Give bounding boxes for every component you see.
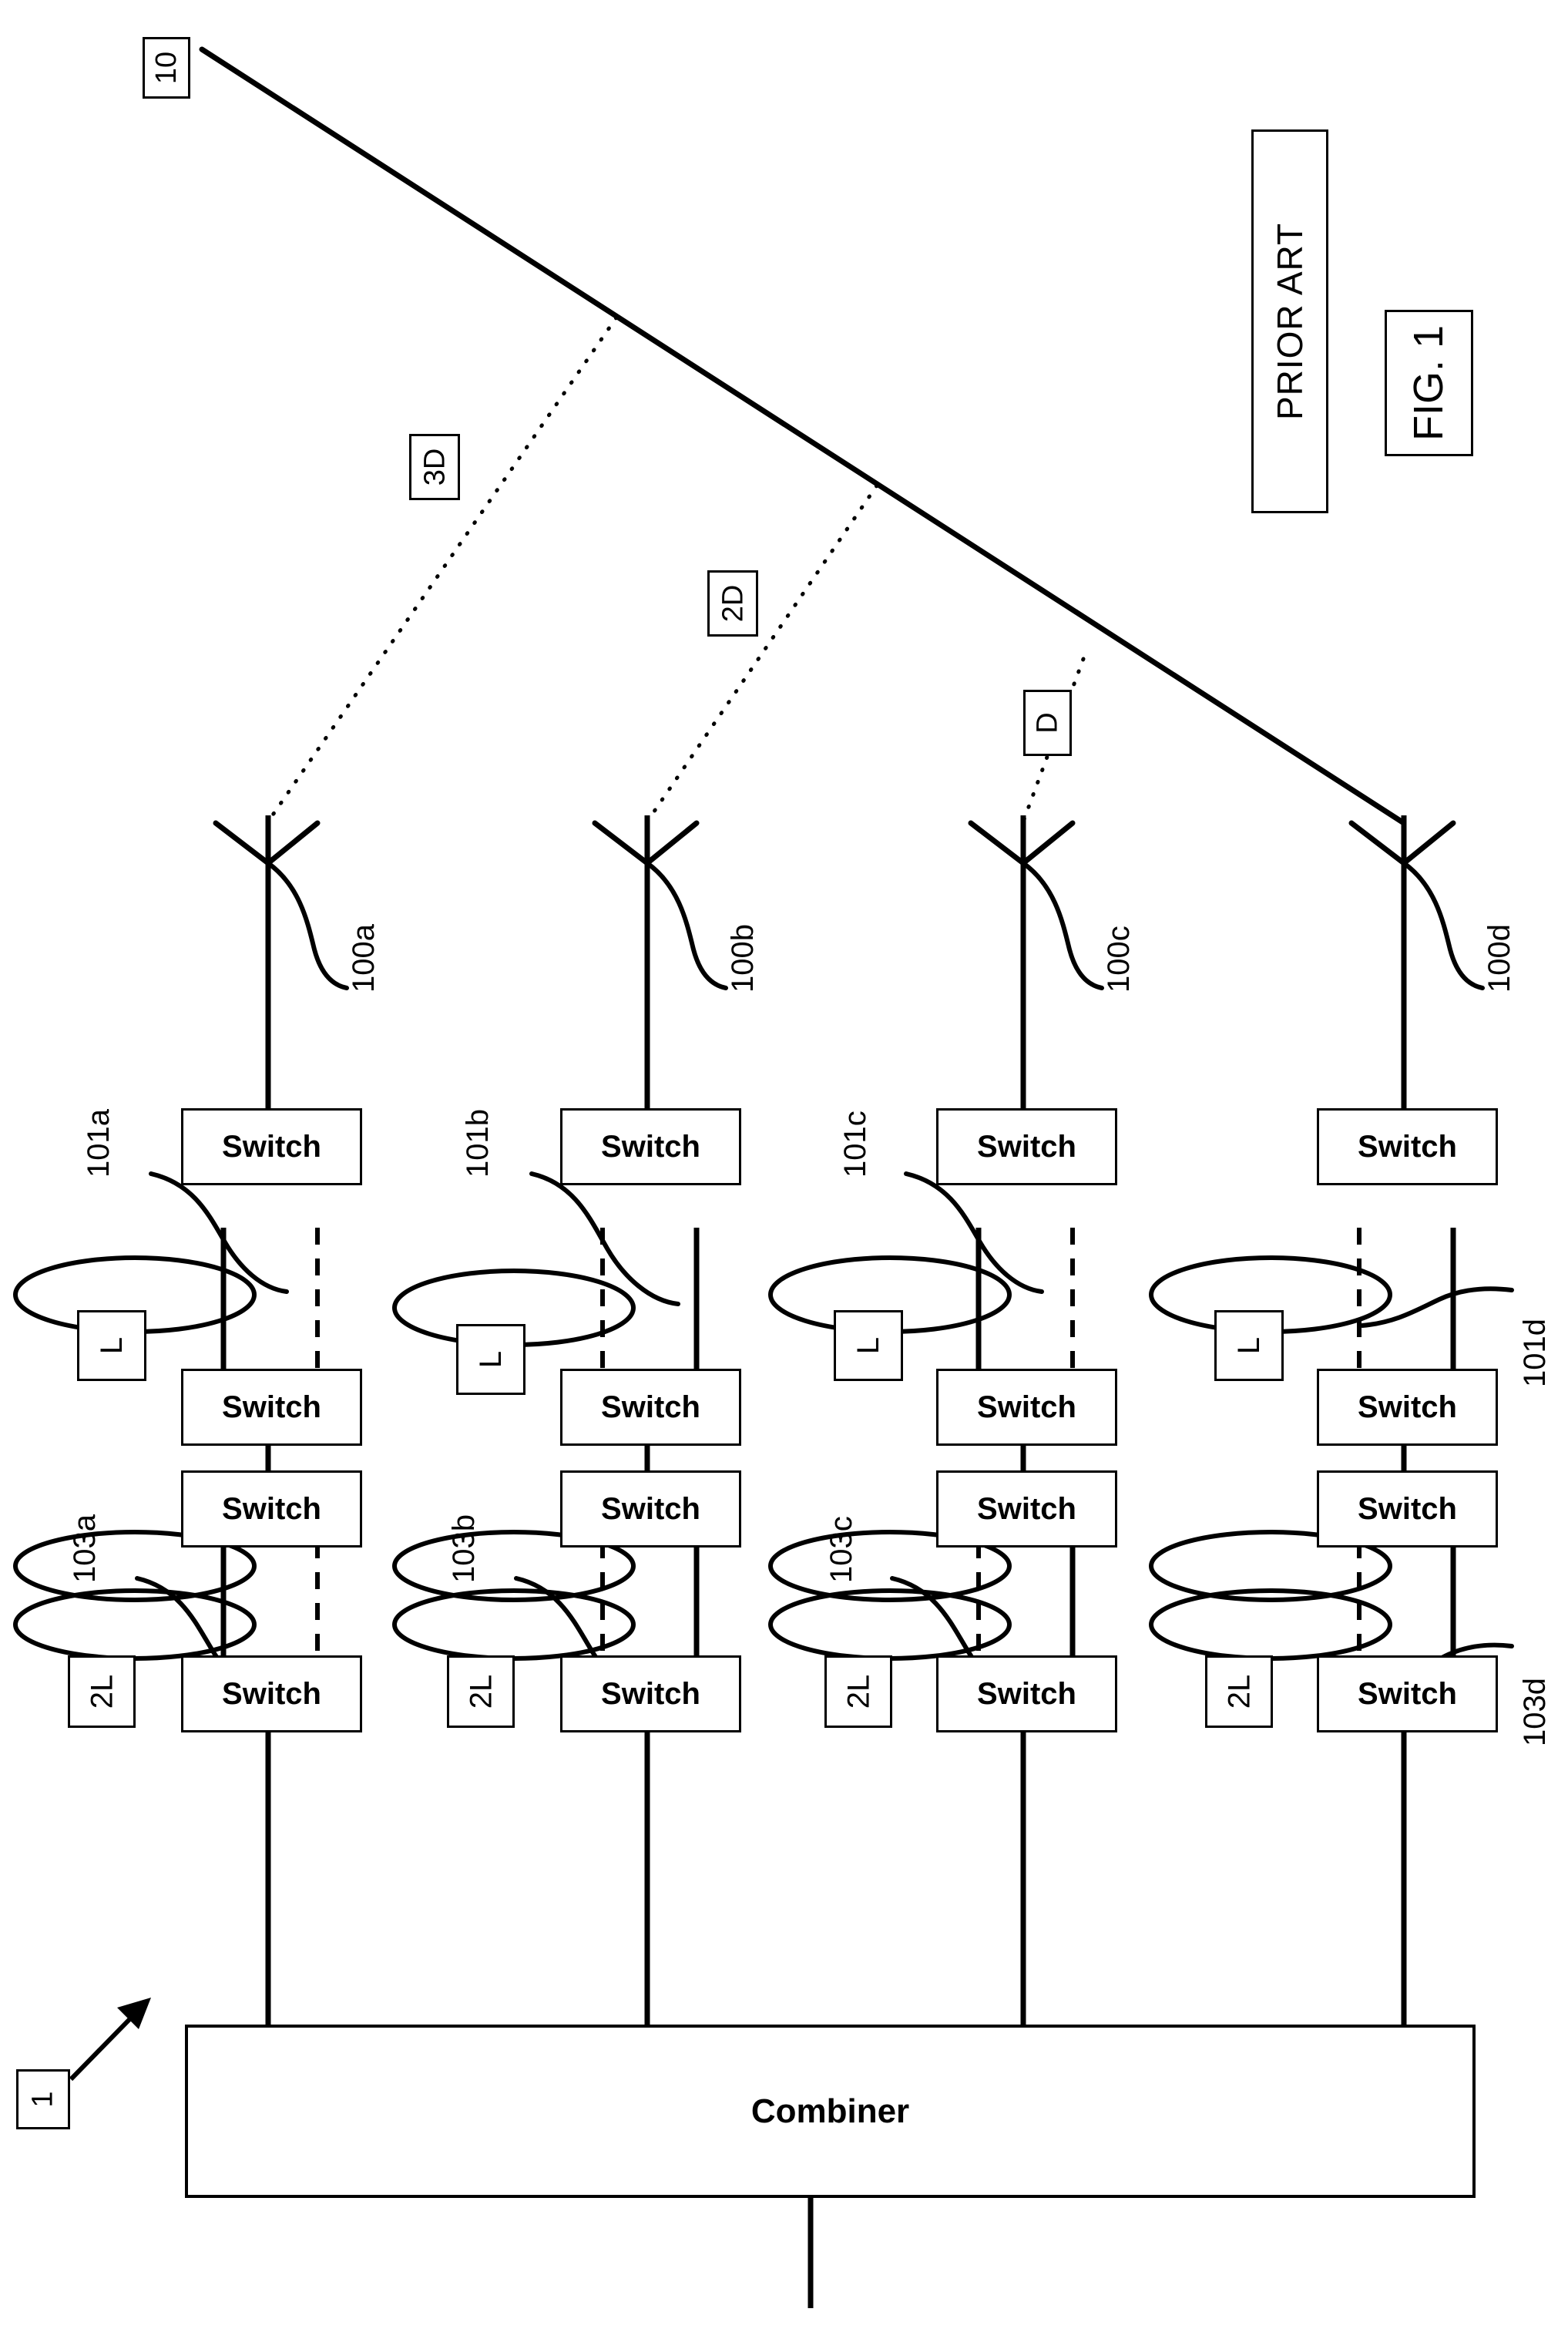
ref-label-1: 1 [26,2091,59,2108]
ref-label-10: 10 [150,51,183,85]
leader-100b [645,861,728,990]
ref-box-system-1: 1 [16,2069,70,2129]
delay-value-2L-a: 2L [85,1674,119,1709]
switch-a-4[interactable]: Switch [181,1655,362,1732]
delay-value-box-2L-b: 2L [447,1655,515,1728]
switch-d-1[interactable]: Switch [1317,1108,1498,1185]
switch-c-1[interactable]: Switch [936,1108,1117,1185]
ref-box-delta-2d: 2D [707,570,758,637]
switch-c-4[interactable]: Switch [936,1655,1117,1732]
switch-b-1[interactable]: Switch [560,1108,741,1185]
delay-value-box-2L-a: 2L [68,1655,136,1728]
switch-a-1[interactable]: Switch [181,1108,362,1185]
delay-value-2L-c: 2L [841,1674,875,1709]
antenna-100d [1348,815,1456,1110]
ref-label-2d: 2D [716,584,749,623]
switch-d-4[interactable]: Switch [1317,1655,1498,1732]
ref-box-wavefront-10: 10 [143,37,190,99]
branch-c-wiring [768,1171,1076,2025]
delay-value-box-2L-d: 2L [1205,1655,1273,1728]
branch-b-wiring [392,1171,700,2025]
switch-b-3[interactable]: Switch [560,1470,741,1548]
delay-value-box-L-c: L [834,1310,903,1381]
leader-100a [266,861,349,990]
ref-label-101c: 101c [838,1111,872,1178]
prior-art-label: PRIOR ART [1270,222,1310,421]
ref-label-101d: 101d [1518,1319,1552,1387]
ref-box-delta-3d: 3D [409,434,460,500]
delay-value-box-L-a: L [77,1310,146,1381]
system-ref-arrow [69,1998,151,2082]
branch-d-wiring [1149,1228,1514,2025]
branch-a-wiring [13,1171,320,2025]
delay-value-L-a: L [95,1336,129,1355]
path-difference-line-3d [266,315,619,824]
switch-d-3[interactable]: Switch [1317,1470,1498,1548]
switch-c-2[interactable]: Switch [936,1369,1117,1446]
ref-label-101a: 101a [82,1109,116,1178]
delay-value-box-L-d: L [1214,1310,1284,1381]
figure-number-label: FIG. 1 [1405,324,1452,442]
prior-art-caption: PRIOR ART [1251,129,1328,513]
antenna-100a [213,815,321,1110]
delay-value-box-2L-c: 2L [824,1655,892,1728]
switch-a-2[interactable]: Switch [181,1369,362,1446]
switch-b-4[interactable]: Switch [560,1655,741,1732]
ref-label-101b: 101b [461,1109,495,1178]
delay-value-L-b: L [474,1350,508,1369]
antenna-100b [592,815,700,1110]
antenna-100c [968,815,1076,1110]
leader-100d [1402,861,1485,990]
ref-label-100c: 100c [1102,926,1136,993]
delay-value-L-d: L [1232,1336,1266,1355]
delay-value-L-c: L [851,1336,885,1355]
ref-label-d: D [1031,712,1064,734]
delay-value-2L-b: 2L [464,1674,498,1709]
ref-label-103a: 103a [68,1514,102,1583]
combiner-block[interactable]: Combiner [185,2025,1476,2198]
ref-label-100b: 100b [726,924,760,993]
switch-a-3[interactable]: Switch [181,1470,362,1548]
ref-label-100d: 100d [1482,924,1516,993]
switch-b-2[interactable]: Switch [560,1369,741,1446]
switch-c-3[interactable]: Switch [936,1470,1117,1548]
path-difference-line-2d [645,483,879,824]
wavefront-line [199,46,1407,826]
leader-100c [1021,861,1104,990]
ref-label-100a: 100a [347,924,381,993]
patent-figure-fig1: 10 3D 2D D 1 100a 100b 100c 100d 101a 10… [0,0,1568,2349]
figure-number-caption: FIG. 1 [1385,310,1473,456]
ref-label-103c: 103c [824,1516,858,1583]
delay-value-box-L-b: L [456,1324,525,1395]
switch-d-2[interactable]: Switch [1317,1369,1498,1446]
ref-label-103d: 103d [1518,1678,1552,1746]
ref-label-3d: 3D [418,448,451,486]
delay-value-2L-d: 2L [1222,1674,1256,1709]
ref-label-103b: 103b [447,1514,481,1583]
ref-box-delta-d: D [1023,690,1072,756]
